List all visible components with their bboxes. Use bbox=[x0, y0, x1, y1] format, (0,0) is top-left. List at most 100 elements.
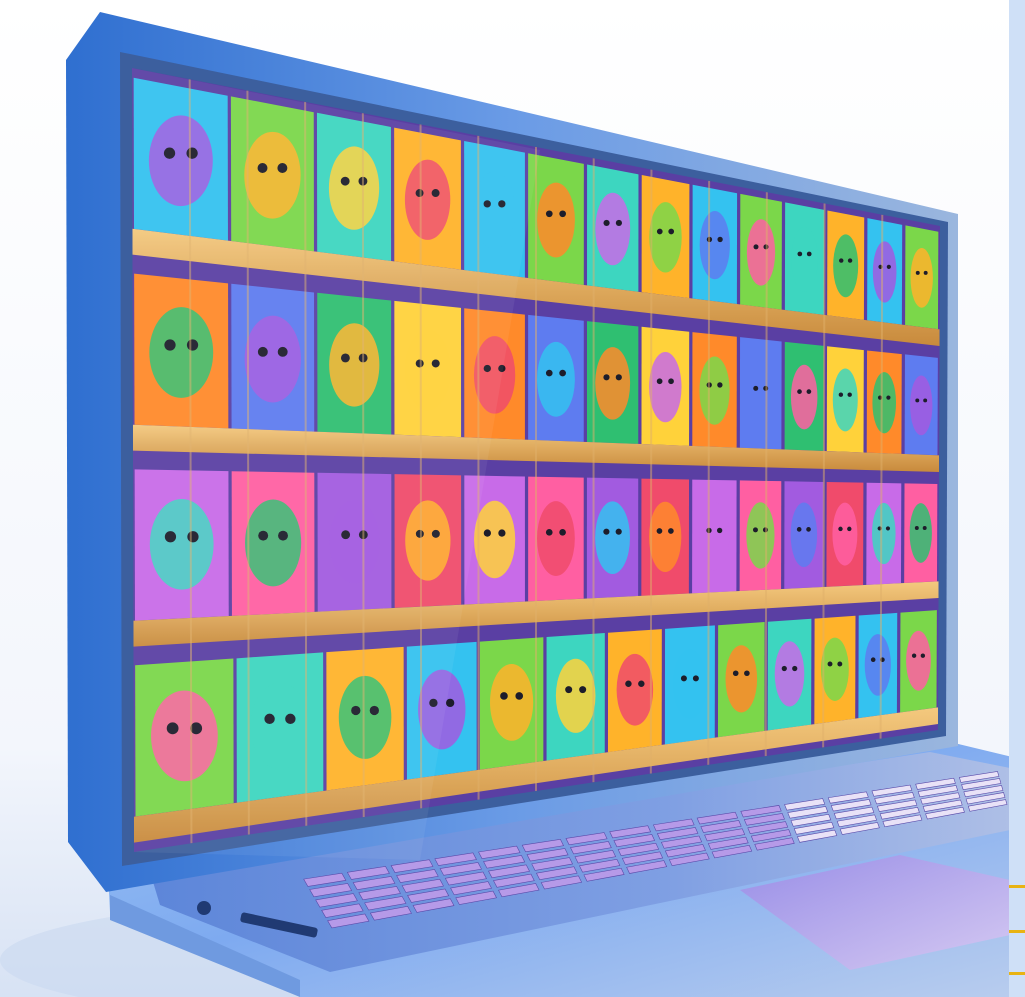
character-figure bbox=[649, 202, 682, 273]
shelf-divider bbox=[707, 180, 711, 765]
character-eye bbox=[923, 270, 928, 275]
character-eye bbox=[839, 258, 844, 263]
character-eye bbox=[638, 680, 645, 688]
character-eye bbox=[838, 392, 844, 397]
character-eye bbox=[732, 670, 739, 677]
accent-line bbox=[1009, 930, 1025, 933]
character-eye bbox=[847, 526, 852, 532]
character-figure bbox=[699, 210, 730, 280]
character-eye bbox=[615, 219, 622, 227]
character-eye bbox=[915, 270, 920, 275]
accent-line bbox=[1009, 972, 1025, 975]
character-figure bbox=[909, 503, 932, 563]
character-figure bbox=[537, 182, 575, 258]
character-figure bbox=[790, 364, 818, 430]
shelf-divider bbox=[822, 203, 826, 748]
character-eye bbox=[752, 527, 758, 533]
character-eye bbox=[603, 219, 610, 227]
character-figure bbox=[474, 500, 516, 579]
character-figure bbox=[872, 502, 896, 565]
character-eye bbox=[886, 395, 891, 400]
character-figure bbox=[649, 351, 682, 423]
character-eye bbox=[656, 378, 663, 385]
character-figure bbox=[910, 247, 933, 308]
character-eye bbox=[483, 529, 491, 537]
character-eye bbox=[886, 264, 891, 269]
character-figure bbox=[537, 341, 575, 417]
character-figure bbox=[699, 356, 730, 425]
character-eye bbox=[656, 228, 663, 235]
character-figure bbox=[910, 375, 933, 436]
shelf-divider bbox=[649, 169, 653, 774]
character-figure bbox=[490, 663, 534, 741]
character-figure bbox=[595, 347, 631, 420]
character-eye bbox=[806, 527, 811, 532]
character-eye bbox=[806, 389, 812, 394]
character-eye bbox=[781, 665, 787, 672]
character-eye bbox=[656, 528, 663, 534]
character-eye bbox=[668, 378, 674, 385]
character-eye bbox=[796, 527, 802, 532]
character-figure bbox=[537, 501, 575, 577]
character-eye bbox=[915, 398, 920, 403]
character-eye bbox=[559, 528, 566, 536]
character-eye bbox=[603, 528, 610, 535]
character-eye bbox=[545, 210, 553, 218]
character-eye bbox=[914, 526, 919, 530]
character-eye bbox=[885, 526, 891, 531]
character-figure bbox=[864, 634, 891, 696]
character-eye bbox=[792, 665, 798, 672]
character-eye bbox=[680, 675, 687, 682]
character-eye bbox=[753, 244, 759, 250]
character-eye bbox=[717, 236, 723, 243]
character-eye bbox=[806, 251, 812, 257]
character-figure bbox=[821, 637, 849, 701]
character-eye bbox=[668, 228, 675, 235]
character-eye bbox=[692, 675, 699, 682]
character-figure bbox=[906, 630, 931, 691]
character-eye bbox=[744, 670, 750, 677]
character-eye bbox=[870, 657, 876, 663]
character-eye bbox=[545, 528, 553, 536]
character-eye bbox=[911, 653, 917, 658]
character-eye bbox=[847, 258, 853, 263]
character-eye bbox=[579, 686, 587, 694]
character-eye bbox=[515, 692, 524, 700]
character-figure bbox=[832, 502, 858, 566]
character-eye bbox=[668, 528, 674, 534]
character-eye bbox=[565, 686, 573, 694]
character-figure bbox=[746, 219, 776, 286]
character-eye bbox=[603, 374, 610, 381]
character-eye bbox=[838, 526, 843, 532]
character-eye bbox=[559, 210, 566, 218]
character-figure bbox=[872, 372, 897, 434]
character-figure bbox=[595, 501, 630, 574]
character-figure bbox=[774, 641, 805, 707]
character-figure bbox=[699, 501, 730, 571]
character-eye bbox=[797, 389, 802, 394]
character-eye bbox=[559, 369, 566, 377]
character-figure bbox=[616, 653, 654, 726]
character-eye bbox=[498, 529, 506, 537]
character-figure bbox=[595, 192, 631, 266]
character-eye bbox=[797, 251, 803, 257]
character-eye bbox=[615, 374, 622, 381]
character-eye bbox=[920, 653, 926, 658]
character-eye bbox=[716, 527, 723, 534]
character-figure bbox=[833, 234, 859, 298]
character-figure bbox=[555, 658, 596, 733]
character-eye bbox=[837, 661, 843, 667]
character-figure bbox=[746, 360, 775, 428]
laptop-illustration bbox=[0, 0, 1025, 997]
shelf-divider bbox=[764, 192, 768, 757]
character-figure bbox=[725, 645, 758, 713]
accent-line bbox=[1009, 885, 1025, 888]
character-figure bbox=[791, 227, 818, 292]
character-eye bbox=[922, 526, 927, 530]
character-eye bbox=[545, 369, 553, 377]
usb-port-icon bbox=[197, 901, 211, 915]
character-figure bbox=[672, 649, 707, 719]
character-eye bbox=[753, 385, 759, 391]
right-edge-strip bbox=[1009, 0, 1025, 997]
character-figure bbox=[746, 502, 775, 569]
